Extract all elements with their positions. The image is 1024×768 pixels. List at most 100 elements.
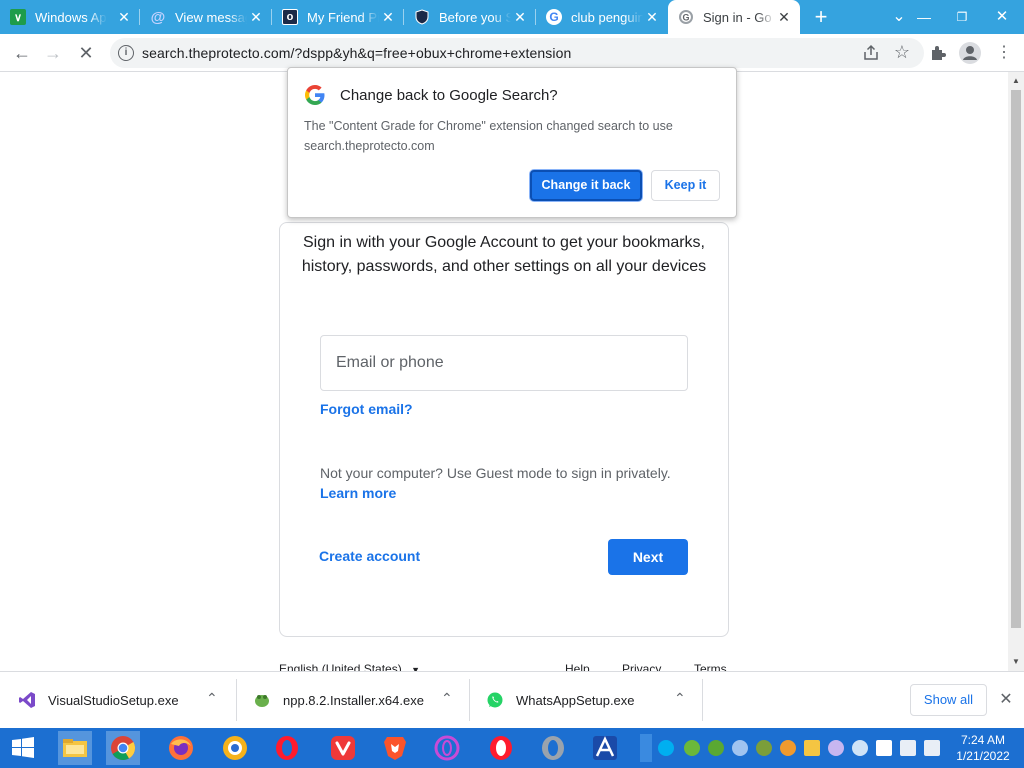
popup-body: The "Content Grade for Chrome" extension… [304, 119, 673, 153]
vivaldi-icon[interactable] [326, 731, 360, 765]
chevron-up-icon[interactable]: ⌃ [206, 690, 218, 707]
tab-close-icon[interactable]: ✕ [116, 9, 132, 25]
forgot-email-link[interactable]: Forgot email? [320, 401, 413, 417]
tab-title: club penguin [571, 9, 643, 25]
arc-browser-icon[interactable] [588, 731, 622, 765]
chevron-up-icon[interactable]: ⌃ [441, 690, 453, 707]
tab-view-messages[interactable]: @ View messages ✕ [140, 0, 272, 34]
scroll-up-icon[interactable]: ▲ [1008, 74, 1024, 88]
google-g-icon: G [546, 9, 562, 25]
download-filename: WhatsAppSetup.exe [516, 692, 635, 708]
tab-title: Sign in - Go [703, 9, 772, 25]
svg-text:G: G [682, 13, 689, 23]
profile-avatar-icon[interactable] [959, 42, 981, 64]
change-search-popup: Change back to Google Search? The "Conte… [287, 67, 737, 218]
sync-tray-icon[interactable] [732, 740, 748, 756]
tab-close-icon[interactable]: ✕ [776, 9, 792, 25]
signin-footer: English (United States) ▼ Help Privacy T… [279, 660, 729, 671]
close-download-bar-icon[interactable]: ✕ [996, 688, 1016, 712]
tab-close-icon[interactable]: ✕ [512, 9, 528, 25]
page-scrollbar[interactable]: ▲ ▼ [1008, 72, 1024, 671]
menu-kebab-icon[interactable]: ⋮ [990, 34, 1018, 72]
terms-link[interactable]: Terms [694, 662, 727, 671]
download-item[interactable]: VisualStudioSetup.exe ⌃ [18, 672, 236, 728]
tab-close-icon[interactable]: ✕ [248, 9, 264, 25]
chrome-icon[interactable] [106, 731, 140, 765]
tab-close-icon[interactable]: ✕ [644, 9, 660, 25]
extensions-puzzle-icon[interactable] [928, 43, 948, 63]
tab-title: Windows Apps [35, 9, 107, 25]
help-link[interactable]: Help [565, 662, 590, 671]
skype-tray-icon[interactable] [658, 740, 674, 756]
address-bar[interactable]: i search.theprotecto.com/?dspp&yh&q=free… [110, 38, 924, 68]
tab-title: View messages [175, 9, 247, 25]
minimize-icon[interactable]: — [906, 0, 942, 34]
clock-date: 1/21/2022 [956, 749, 1010, 763]
download-divider [702, 679, 703, 721]
forward-arrow-icon[interactable]: → [39, 34, 67, 72]
google-logo-icon [304, 84, 326, 106]
restore-icon[interactable]: ❐ [944, 0, 980, 34]
download-filename: npp.8.2.Installer.x64.exe [283, 692, 424, 708]
opera-browser-icon[interactable] [484, 731, 518, 765]
taskbar-clock[interactable]: 7:24 AM 1/21/2022 [950, 732, 1016, 764]
download-divider [469, 679, 470, 721]
stop-loading-icon[interactable]: ✕ [72, 34, 100, 72]
tab-sign-in[interactable]: G Sign in - Go ✕ [668, 0, 800, 34]
scrollbar-thumb[interactable] [1011, 90, 1021, 628]
utorrent-tray-icon[interactable] [684, 740, 700, 756]
updater-tray-icon[interactable] [780, 740, 796, 756]
windows-taskbar: 7:24 AM 1/21/2022 [0, 728, 1024, 768]
privacy-link[interactable]: Privacy [622, 662, 661, 671]
download-item[interactable]: WhatsAppSetup.exe ⌃ [486, 672, 702, 728]
email-field[interactable]: Email or phone [320, 335, 688, 391]
download-bar: VisualStudioSetup.exe ⌃ npp.8.2.Installe… [0, 671, 1024, 728]
bluetooth-tray-icon[interactable] [852, 740, 868, 756]
brave-icon[interactable] [378, 731, 412, 765]
volume-muted-tray-icon[interactable] [924, 740, 940, 756]
scroll-down-icon[interactable]: ▼ [1008, 655, 1024, 669]
visual-studio-icon [18, 691, 36, 709]
opera-gx-icon[interactable] [430, 731, 464, 765]
back-arrow-icon[interactable]: ← [8, 34, 36, 72]
firefox-icon[interactable] [164, 731, 198, 765]
signin-card: Sign in with your Google Account to get … [279, 222, 729, 637]
language-select[interactable]: English (United States) ▼ [279, 662, 420, 671]
download-divider [236, 679, 237, 721]
download-item[interactable]: npp.8.2.Installer.x64.exe ⌃ [253, 672, 469, 728]
tab-strip: ∨ Windows Apps ✕ @ View messages ✕ o My … [0, 0, 1024, 34]
window-close-icon[interactable]: ✕ [984, 0, 1020, 34]
opera-gray-icon[interactable] [536, 731, 570, 765]
next-button[interactable]: Next [608, 539, 688, 575]
address-url[interactable]: search.theprotecto.com/?dspp&yh&q=free+o… [142, 45, 571, 61]
tab-club-penguin[interactable]: G club penguin ✕ [536, 0, 668, 34]
windows-start-icon[interactable] [6, 731, 40, 765]
tab-windows-apps[interactable]: ∨ Windows Apps ✕ [0, 0, 140, 34]
guest-mode-text: Not your computer? Use Guest mode to sig… [320, 465, 671, 481]
tab-close-icon[interactable]: ✕ [380, 9, 396, 25]
change-it-back-button[interactable]: Change it back [530, 170, 642, 201]
at-tray-icon[interactable] [828, 740, 844, 756]
download-filename: VisualStudioSetup.exe [48, 692, 179, 708]
learn-more-link[interactable]: Learn more [320, 485, 396, 501]
security-browser-icon[interactable] [218, 731, 252, 765]
file-explorer-icon[interactable] [58, 731, 92, 765]
chevron-up-icon[interactable]: ⌃ [674, 690, 686, 707]
share-icon[interactable] [862, 44, 880, 62]
new-tab-button[interactable]: + [808, 0, 834, 34]
utorrent-tray-icon-2[interactable] [708, 740, 724, 756]
show-all-button[interactable]: Show all [910, 684, 987, 716]
tab-before-you[interactable]: Before you S ✕ [404, 0, 536, 34]
folder-tray-icon[interactable] [804, 740, 820, 756]
flag-tray-icon[interactable] [876, 740, 892, 756]
opera-icon[interactable] [270, 731, 304, 765]
site-info-icon[interactable]: i [118, 45, 134, 61]
keep-it-button[interactable]: Keep it [651, 170, 720, 201]
create-account-button[interactable]: Create account [319, 548, 420, 564]
network-tray-icon[interactable] [900, 740, 916, 756]
bookmark-star-icon[interactable]: ☆ [894, 42, 910, 63]
whatsapp-icon [486, 691, 504, 709]
tab-my-friend[interactable]: o My Friend Pi ✕ [272, 0, 404, 34]
app-tray-icon[interactable] [756, 740, 772, 756]
blue-at-icon: @ [150, 8, 166, 26]
